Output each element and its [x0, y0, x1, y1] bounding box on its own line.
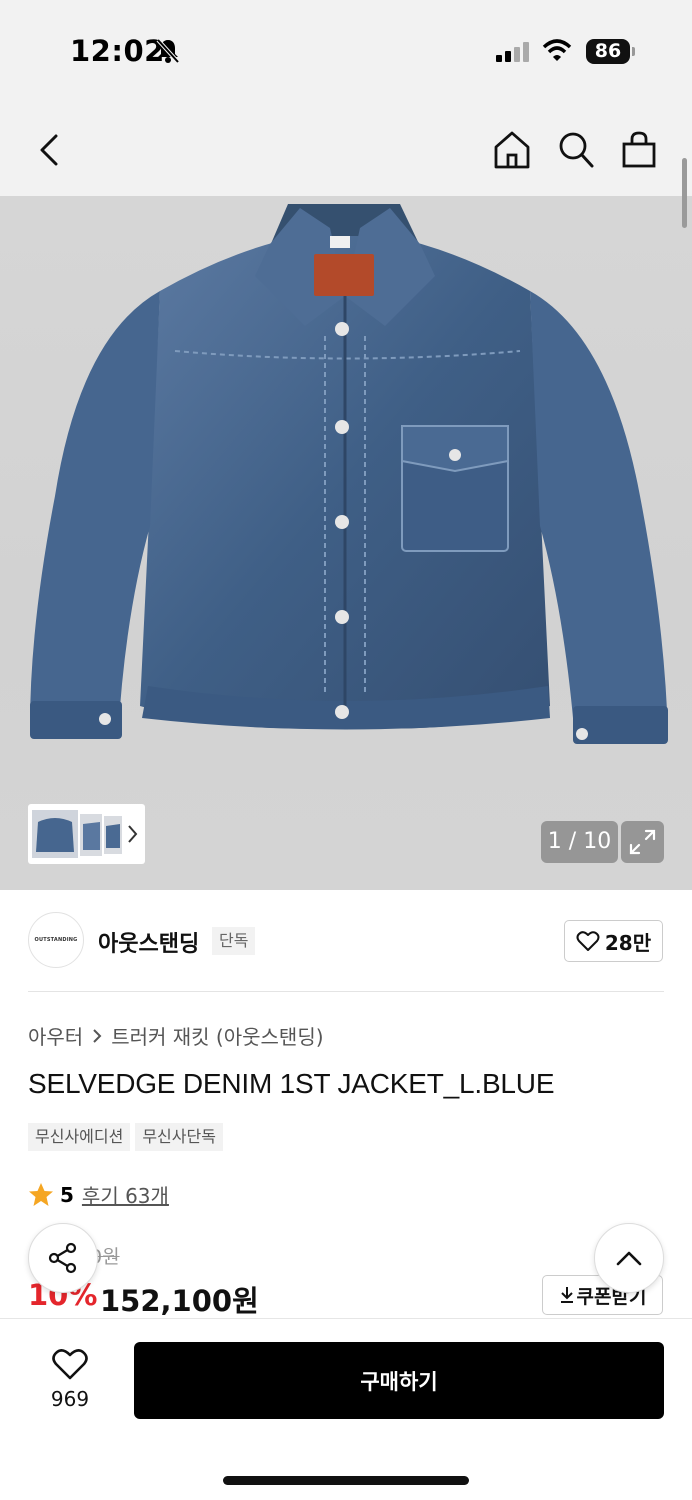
- share-button[interactable]: [28, 1223, 98, 1293]
- expand-icon: [629, 829, 656, 855]
- chevron-up-icon: [616, 1251, 642, 1266]
- download-icon: [560, 1287, 573, 1303]
- star-icon: [29, 1183, 53, 1206]
- product-image[interactable]: [0, 196, 692, 890]
- share-icon: [48, 1242, 77, 1274]
- thumbnail-images: [32, 810, 138, 858]
- divider: [28, 991, 664, 992]
- product-title: SELVEDGE DENIM 1ST JACKET_L.BLUE: [28, 1068, 555, 1099]
- silent-bell-icon: [156, 38, 180, 68]
- exclusive-badge: 단독: [212, 927, 256, 955]
- brand-name[interactable]: 아웃스탠딩: [98, 926, 199, 958]
- breadcrumb: 아우터 트러커 재킷 (아웃스탠딩): [28, 1021, 324, 1050]
- denim-jacket-illustration: [30, 204, 668, 744]
- sale-price: 152,100원: [100, 1284, 259, 1318]
- home-indicator[interactable]: [223, 1476, 469, 1485]
- review-count-link[interactable]: 후기 63개: [82, 1180, 169, 1209]
- battery-cap: [632, 47, 635, 56]
- cellular-signal-icon: [496, 42, 530, 66]
- brand-like-count: 28만: [604, 930, 652, 955]
- status-time: 12:02: [70, 34, 165, 68]
- brand-like-button[interactable]: 28만: [564, 920, 663, 962]
- brand-logo[interactable]: OUTSTANDING: [28, 912, 84, 968]
- wifi-icon: [542, 38, 572, 66]
- top-nav-bar: [0, 100, 692, 196]
- product-tags: 무신사에디션 무신사단독: [28, 1123, 223, 1151]
- thumbnail-strip[interactable]: [28, 804, 145, 864]
- wishlist-button[interactable]: 969: [30, 1343, 110, 1419]
- shopping-bag-icon[interactable]: [621, 130, 657, 174]
- tag-musinsa-exclusive[interactable]: 무신사단독: [135, 1123, 223, 1151]
- battery-level: 86: [586, 39, 630, 64]
- breadcrumb-subcategory[interactable]: 트러커 재킷 (아웃스탠딩): [111, 1021, 323, 1050]
- search-icon[interactable]: [557, 130, 595, 174]
- chevron-right-icon: [93, 1028, 102, 1043]
- rating-score: 5: [60, 1182, 74, 1207]
- brand-logo-text: OUTSTANDING: [34, 937, 78, 943]
- wishlist-count: 969: [50, 1387, 90, 1411]
- heart-icon: [52, 1349, 88, 1380]
- back-arrow-icon[interactable]: [36, 134, 64, 170]
- buy-button[interactable]: 구매하기: [134, 1342, 664, 1419]
- tag-musinsa-edition[interactable]: 무신사에디션: [28, 1123, 131, 1151]
- status-bar: 12:02 86: [0, 0, 692, 100]
- heart-icon: [576, 931, 600, 951]
- scrollbar-thumb[interactable]: [682, 158, 687, 228]
- rating-row: 5 후기 63개: [28, 1180, 169, 1209]
- scroll-to-top-button[interactable]: [594, 1223, 664, 1293]
- home-icon[interactable]: [493, 130, 531, 174]
- expand-image-button[interactable]: [621, 821, 664, 863]
- image-counter: 1 / 10: [541, 821, 618, 863]
- breadcrumb-category[interactable]: 아우터: [28, 1021, 83, 1050]
